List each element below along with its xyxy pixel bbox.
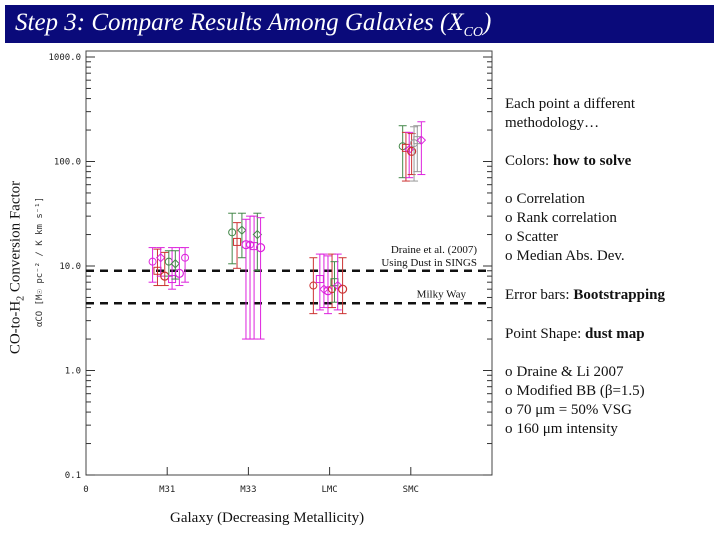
shape-map-label: 160 μm intensity (516, 421, 618, 437)
method-label: Scatter (516, 229, 559, 245)
shape-map-item: o 70 μm = 50% VSG (505, 401, 645, 420)
y-tick-label: 10.0 (59, 262, 81, 272)
note-colors: Colors: how to solve (505, 152, 631, 171)
galaxy-group-m33 (228, 212, 266, 340)
shape-label: Point Shape: (505, 326, 586, 342)
reference-label: Using Dust in SINGS (381, 257, 477, 269)
y-tick-label: 1000.0 (48, 53, 81, 63)
galaxy-group-m31 (148, 247, 190, 290)
shape-map-item: o Modified BB (β=1.5) (505, 382, 645, 401)
bullet-icon: o (505, 421, 513, 437)
method-label: Rank correlation (516, 210, 617, 226)
color-methods-list: o Correlation o Rank correlation o Scatter o Me… (505, 190, 625, 266)
x-tick-label: LMC (321, 485, 337, 495)
reference-lines: Draine et al. (2007)Using Dust in SINGS M… (86, 244, 492, 305)
bullet-icon: o (505, 210, 513, 226)
reference-label: Milky Way (417, 288, 467, 300)
errorbars-label: Error bars: (505, 287, 574, 303)
bullet-icon: o (505, 383, 513, 399)
reference-label: Draine et al. (2007) (391, 244, 477, 256)
note-intro: Each point a different methodology… (505, 96, 636, 131)
note-errorbars: Error bars: Bootstrapping (505, 286, 665, 305)
x-tick-label: SMC (403, 485, 419, 495)
bullet-icon: o (505, 191, 513, 207)
method-item: o Correlation (505, 190, 625, 209)
bullet-icon: o (505, 364, 513, 380)
method-label: Correlation (516, 191, 585, 207)
y-axis-label: CO-to-H2 Conversion Factor (7, 180, 27, 355)
shape-map-label: Modified BB (β=1.5) (516, 383, 645, 399)
chart: 0.1 1.0 10.0 100.0 1000.0 0 M31 M33 LMC SMC Drain… (48, 50, 493, 495)
y-tick-label: 1.0 (65, 367, 81, 377)
method-item: o Rank correlation (505, 209, 625, 228)
shape-map-label: Draine & Li 2007 (516, 364, 624, 380)
x-axis-label: Galaxy (Decreasing Metallicity) (170, 510, 365, 526)
bullet-icon: o (505, 248, 513, 264)
note-shape: Point Shape: dust map (505, 325, 645, 344)
bullet-icon: o (505, 402, 513, 418)
shape-map-label: 70 μm = 50% VSG (516, 402, 632, 418)
bullet-icon: o (505, 229, 513, 245)
x-tick-label: 0 (83, 485, 88, 495)
colors-value: how to solve (552, 153, 632, 169)
galaxy-group-smc (398, 121, 427, 182)
colors-label: Colors: (505, 153, 553, 169)
y-tick-label: 100.0 (54, 158, 81, 168)
data-points (148, 121, 427, 340)
axes: 0.1 1.0 10.0 100.0 1000.0 0 M31 M33 LMC SMC (48, 50, 493, 495)
y-axis-units: αCO [M☉ pc⁻² / K km s⁻¹] (35, 196, 45, 328)
shape-map-item: o Draine & Li 2007 (505, 363, 645, 382)
method-item: o Median Abs. Dev. (505, 247, 625, 266)
method-item: o Scatter (505, 228, 625, 247)
x-tick-label: M31 (159, 485, 175, 495)
errorbars-value: Bootstrapping (573, 287, 665, 303)
y-tick-label: 0.1 (65, 471, 81, 481)
galaxy-group-lmc (309, 253, 348, 315)
method-label: Median Abs. Dev. (516, 248, 625, 264)
x-tick-label: M33 (240, 485, 256, 495)
shape-value: dust map (585, 326, 645, 342)
shape-maps-list: o Draine & Li 2007 o Modified BB (β=1.5) o 70… (505, 363, 645, 439)
shape-map-item: o 160 μm intensity (505, 420, 645, 439)
